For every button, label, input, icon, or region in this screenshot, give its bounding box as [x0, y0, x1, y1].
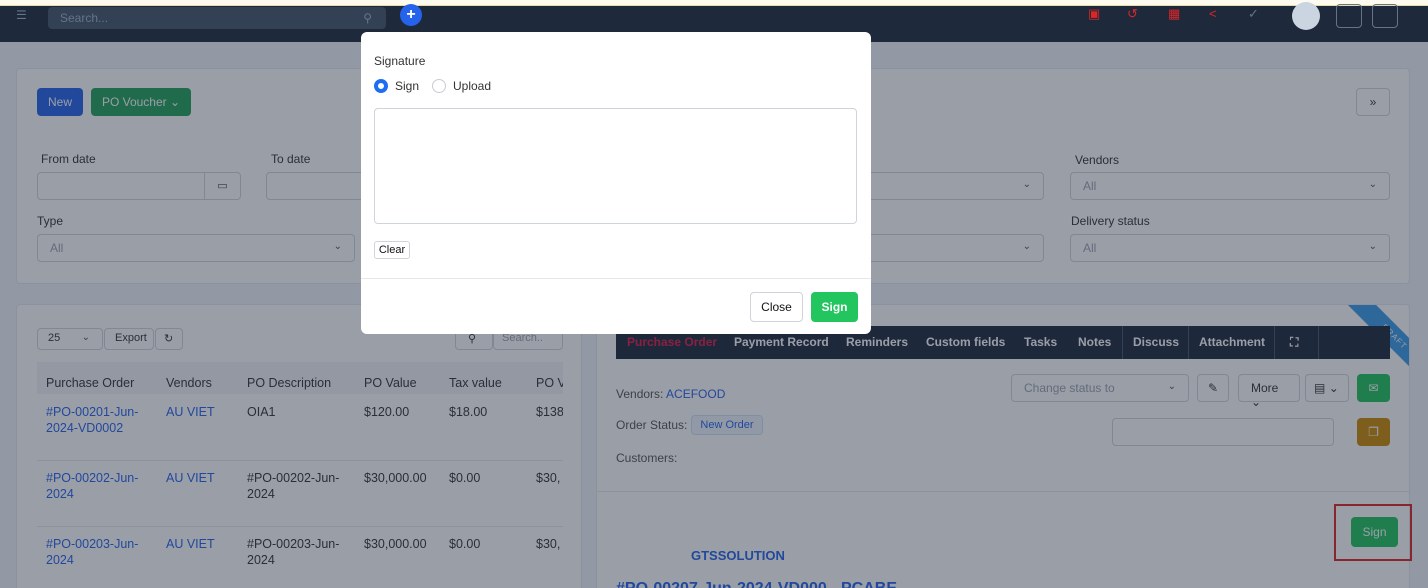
sign-radio-label[interactable]: Sign: [395, 79, 419, 93]
grid-icon[interactable]: ▦: [1168, 6, 1180, 22]
settings-icon[interactable]: [1336, 4, 1362, 28]
share-icon[interactable]: <: [1209, 6, 1217, 21]
history-icon[interactable]: ↺: [1127, 6, 1138, 22]
check-icon[interactable]: ✓: [1248, 6, 1259, 22]
user-avatar[interactable]: [1292, 2, 1320, 30]
notifications-icon[interactable]: [1372, 4, 1398, 28]
close-button[interactable]: Close: [750, 292, 803, 322]
global-search-input[interactable]: Search... ⚲: [48, 7, 386, 29]
sign-radio[interactable]: [374, 79, 388, 93]
upload-radio[interactable]: [432, 79, 446, 93]
upload-radio-label[interactable]: Upload: [453, 79, 491, 93]
add-icon[interactable]: +: [400, 4, 422, 26]
menu-icon[interactable]: ☰: [16, 8, 27, 22]
modal-divider: [361, 278, 871, 279]
signature-pad[interactable]: [374, 108, 857, 224]
search-placeholder: Search...: [60, 11, 109, 25]
signature-title: Signature: [374, 54, 426, 68]
signature-modal: Signature Sign Upload Clear Close Sign: [361, 32, 871, 334]
clear-button[interactable]: Clear: [374, 241, 410, 259]
search-icon: ⚲: [363, 11, 372, 25]
modal-sign-button[interactable]: Sign: [811, 292, 858, 322]
contact-card-icon[interactable]: ▣: [1088, 6, 1100, 22]
